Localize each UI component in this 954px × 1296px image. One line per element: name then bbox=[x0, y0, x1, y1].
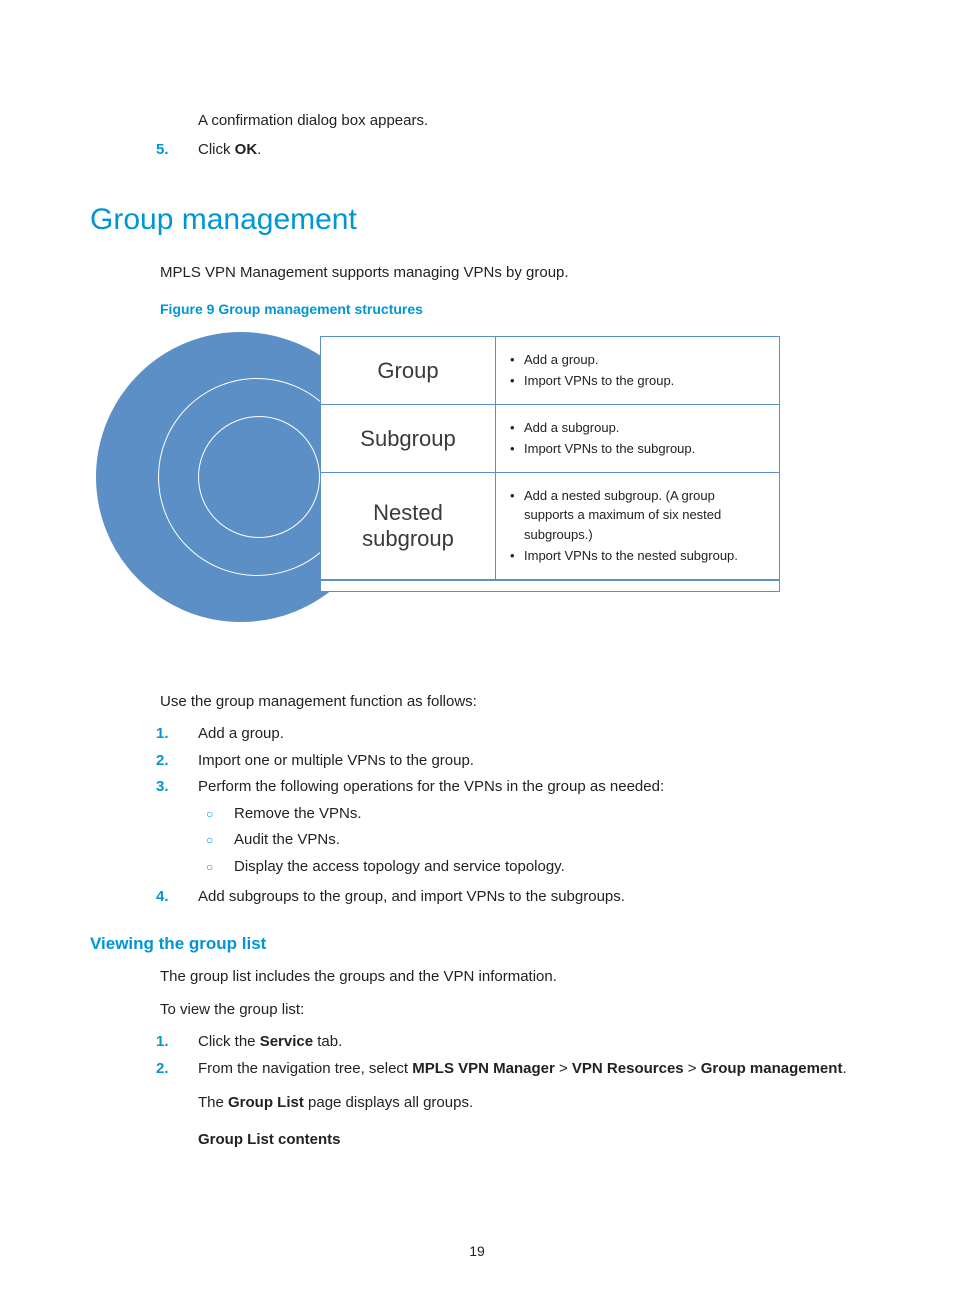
circle-icon: ○ bbox=[206, 829, 234, 852]
bullet-text: Add a subgroup. bbox=[524, 418, 619, 438]
text: Click the bbox=[198, 1033, 260, 1050]
group-list-contents-heading: Group List contents bbox=[198, 1129, 864, 1152]
bullet: •Import VPNs to the nested subgroup. bbox=[510, 546, 765, 566]
bullet-text: Add a group. bbox=[524, 350, 598, 370]
use-intro: Use the group management function as fol… bbox=[160, 691, 864, 714]
row-label: Group bbox=[321, 337, 496, 404]
circle-icon: ○ bbox=[206, 856, 234, 879]
table-row: Subgroup •Add a subgroup. •Import VPNs t… bbox=[321, 405, 779, 473]
text: . bbox=[257, 141, 261, 158]
bullet: •Add a group. bbox=[510, 350, 765, 370]
figure-caption: Figure 9 Group management structures bbox=[160, 299, 864, 320]
view-step-1: 1. Click the Service tab. bbox=[156, 1031, 864, 1054]
step-number: 2. bbox=[156, 1058, 198, 1152]
bold-text: MPLS VPN Manager bbox=[412, 1060, 555, 1077]
bullet: •Import VPNs to the subgroup. bbox=[510, 439, 765, 459]
num-step-3: 3. Perform the following operations for … bbox=[156, 776, 864, 882]
step-text: Click the Service tab. bbox=[198, 1031, 864, 1054]
sub-text: Audit the VPNs. bbox=[234, 829, 340, 852]
bold-text: VPN Resources bbox=[572, 1060, 684, 1077]
step-text: Import one or multiple VPNs to the group… bbox=[198, 750, 864, 773]
view-step-2: 2. From the navigation tree, select MPLS… bbox=[156, 1058, 864, 1152]
document-page: A confirmation dialog box appears. 5. Cl… bbox=[0, 0, 954, 1296]
bullet-text: Import VPNs to the group. bbox=[524, 371, 674, 391]
text: From the navigation tree, select bbox=[198, 1060, 412, 1077]
step-number: 1. bbox=[156, 1031, 198, 1054]
sub-text: Display the access topology and service … bbox=[234, 856, 565, 879]
table-row: Nested subgroup •Add a nested subgroup. … bbox=[321, 473, 779, 580]
row-desc: •Add a group. •Import VPNs to the group. bbox=[496, 337, 779, 404]
row-desc: •Add a nested subgroup. (A group support… bbox=[496, 473, 779, 579]
row-desc: •Add a subgroup. •Import VPNs to the sub… bbox=[496, 405, 779, 472]
step-text: From the navigation tree, select MPLS VP… bbox=[198, 1058, 864, 1152]
step-text: Add a group. bbox=[198, 723, 864, 746]
num-step-4: 4. Add subgroups to the group, and impor… bbox=[156, 886, 864, 909]
text: tab. bbox=[313, 1033, 342, 1050]
sub-step: ○Audit the VPNs. bbox=[206, 829, 864, 852]
confirmation-text: A confirmation dialog box appears. bbox=[198, 110, 864, 133]
bold-text: OK bbox=[235, 141, 258, 158]
step-number: 4. bbox=[156, 886, 198, 909]
bullet-text: Import VPNs to the subgroup. bbox=[524, 439, 695, 459]
diagram-table: Group •Add a group. •Import VPNs to the … bbox=[320, 336, 780, 592]
sub-text: Remove the VPNs. bbox=[234, 803, 362, 826]
view-prompt: To view the group list: bbox=[160, 999, 864, 1022]
bullet: •Add a nested subgroup. (A group support… bbox=[510, 486, 765, 545]
bullet-text: Add a nested subgroup. (A group supports… bbox=[524, 486, 765, 545]
step-text: Add subgroups to the group, and import V… bbox=[198, 886, 864, 909]
bold-text: Service bbox=[260, 1033, 313, 1050]
sub-step: ○Display the access topology and service… bbox=[206, 856, 864, 879]
step-number: 2. bbox=[156, 750, 198, 773]
text: . bbox=[842, 1060, 846, 1077]
step-text: Click OK. bbox=[198, 139, 864, 162]
bold-text: Group management bbox=[701, 1060, 843, 1077]
step-number: 5. bbox=[156, 139, 198, 162]
heading-viewing-group-list: Viewing the group list bbox=[90, 931, 864, 957]
table-row: Group •Add a group. •Import VPNs to the … bbox=[321, 337, 779, 405]
table-footer-row bbox=[321, 580, 779, 591]
row-label: Nested subgroup bbox=[321, 473, 496, 579]
circle-icon: ○ bbox=[206, 803, 234, 826]
bullet: •Import VPNs to the group. bbox=[510, 371, 765, 391]
step-5: 5. Click OK. bbox=[156, 139, 864, 162]
view-intro: The group list includes the groups and t… bbox=[160, 966, 864, 989]
bold-text: Group List bbox=[228, 1094, 304, 1111]
sub-step: ○Remove the VPNs. bbox=[206, 803, 864, 826]
num-step-2: 2. Import one or multiple VPNs to the gr… bbox=[156, 750, 864, 773]
heading-group-management: Group management bbox=[90, 197, 864, 242]
step-text: Perform the following operations for the… bbox=[198, 776, 864, 882]
text: page displays all groups. bbox=[304, 1094, 473, 1111]
text: The bbox=[198, 1094, 228, 1111]
bullet-text: Import VPNs to the nested subgroup. bbox=[524, 546, 738, 566]
text: Perform the following operations for the… bbox=[198, 778, 664, 795]
bullet: •Add a subgroup. bbox=[510, 418, 765, 438]
text: > bbox=[555, 1060, 572, 1077]
figure-9-diagram: Group •Add a group. •Import VPNs to the … bbox=[200, 336, 780, 651]
text: Click bbox=[198, 141, 235, 158]
row-label: Subgroup bbox=[321, 405, 496, 472]
step-number: 1. bbox=[156, 723, 198, 746]
num-step-1: 1. Add a group. bbox=[156, 723, 864, 746]
circle-inner bbox=[198, 416, 320, 538]
intro-paragraph: MPLS VPN Management supports managing VP… bbox=[160, 262, 864, 285]
text: > bbox=[684, 1060, 701, 1077]
step-number: 3. bbox=[156, 776, 198, 882]
page-number: 19 bbox=[0, 1241, 954, 1262]
